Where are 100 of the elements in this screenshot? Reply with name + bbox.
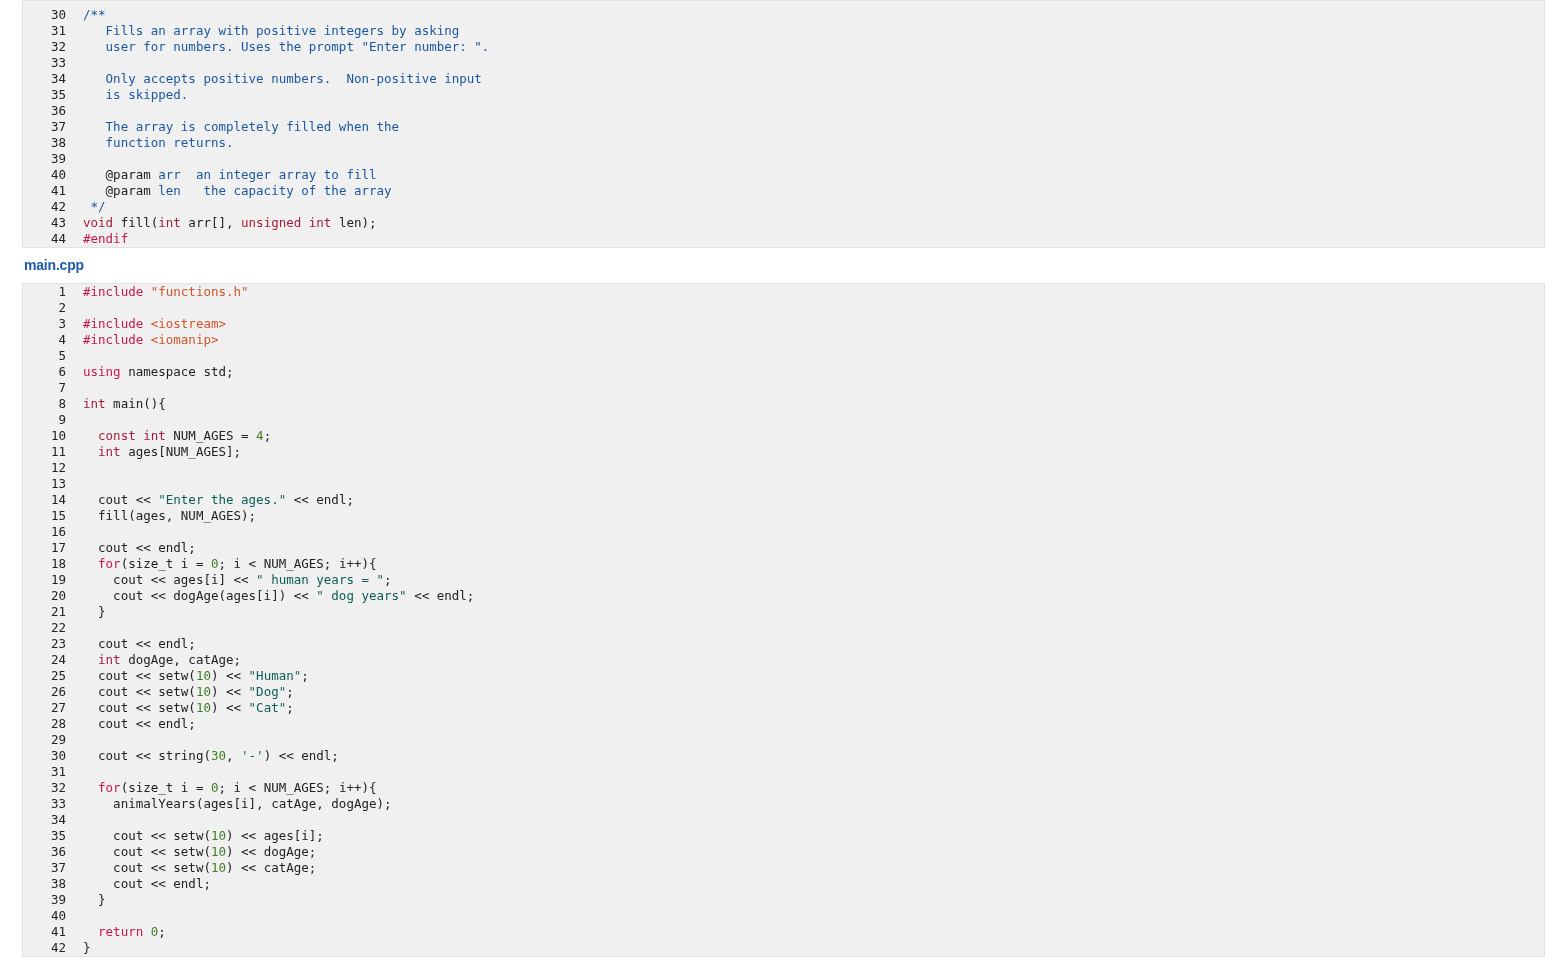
code-line: */	[89, 199, 106, 215]
line-number: 9	[57, 412, 66, 428]
line-number: 42	[49, 940, 66, 956]
code-line: #endif	[83, 231, 129, 247]
code-line: function returns.	[104, 135, 234, 151]
line-number: 39	[49, 892, 66, 908]
line-number: 43	[49, 215, 66, 231]
line-number: 38	[49, 135, 66, 151]
code-line: #include <iomanip>	[83, 332, 219, 348]
code-line: void fill(int arr[], unsigned int len);	[83, 215, 377, 231]
line-number: 24	[49, 652, 66, 668]
code-line: cout << setw(10) << ages[i];	[112, 828, 324, 844]
line-number: 41	[49, 924, 66, 940]
line-number: 1	[57, 284, 66, 300]
code-line: for(size_t i = 0; i < NUM_AGES; i++){	[97, 556, 377, 572]
line-number: 23	[49, 636, 66, 652]
code-line: int ages[NUM_AGES];	[97, 444, 242, 460]
line-number: 40	[49, 167, 66, 183]
line-number: 40	[49, 908, 66, 924]
code-line: }	[83, 940, 91, 956]
line-number: 33	[49, 796, 66, 812]
code-line: }	[97, 892, 106, 908]
line-number: 30	[49, 748, 66, 764]
code-line: const int NUM_AGES = 4;	[97, 428, 272, 444]
code-line: cout << dogAge(ages[i]) << " dog years" << endl;	[112, 588, 475, 604]
line-number: 41	[49, 183, 66, 199]
code-line: cout << endl;	[97, 716, 196, 732]
line-number: 37	[49, 119, 66, 135]
line-number: 16	[49, 524, 66, 540]
line-number: 12	[49, 460, 66, 476]
code-line: user for numbers. Uses the prompt "Enter number: ".	[104, 39, 490, 55]
line-number: 30	[49, 7, 66, 23]
code-line: }	[97, 604, 106, 620]
line-number: 17	[49, 540, 66, 556]
line-number: 44	[49, 231, 66, 247]
line-number: 6	[57, 364, 66, 380]
code-line: cout << setw(10) << "Human";	[97, 668, 309, 684]
line-number: 42	[49, 199, 66, 215]
line-number: 31	[49, 23, 66, 39]
code-line: @param len the capacity of the array	[104, 183, 392, 199]
code-line: /**	[83, 7, 106, 23]
code-line: cout << setw(10) << "Cat";	[97, 700, 294, 716]
code-line: int dogAge, catAge;	[97, 652, 242, 668]
line-number: 35	[49, 828, 66, 844]
line-number: 18	[49, 556, 66, 572]
line-number: 15	[49, 508, 66, 524]
code-line: Only accepts positive numbers. Non-positive input	[104, 71, 482, 87]
line-number: 7	[57, 380, 66, 396]
line-number: 19	[49, 572, 66, 588]
code-line: fill(ages, NUM_AGES);	[97, 508, 257, 524]
line-number: 38	[49, 876, 66, 892]
line-number: 36	[49, 103, 66, 119]
code-line: cout << string(30, '-') << endl;	[97, 748, 339, 764]
line-number: 28	[49, 716, 66, 732]
line-number: 8	[57, 396, 66, 412]
code-line: @param arr an integer array to fill	[104, 167, 377, 183]
line-number: 39	[49, 151, 66, 167]
line-number: 32	[49, 39, 66, 55]
code-line: using namespace std;	[83, 364, 234, 380]
line-number: 10	[49, 428, 66, 444]
code-line: for(size_t i = 0; i < NUM_AGES; i++){	[97, 780, 377, 796]
line-number: 5	[57, 348, 66, 364]
line-number: 37	[49, 860, 66, 876]
line-number: 4	[57, 332, 66, 348]
line-number: 26	[49, 684, 66, 700]
code-line: cout << ages[i] << " human years = ";	[112, 572, 392, 588]
line-number: 33	[49, 55, 66, 71]
line-number: 32	[49, 780, 66, 796]
line-number: 11	[49, 444, 66, 460]
line-number: 3	[57, 316, 66, 332]
line-number: 36	[49, 844, 66, 860]
line-number: 22	[49, 620, 66, 636]
line-number: 31	[49, 764, 66, 780]
line-number: 25	[49, 668, 66, 684]
line-number: 34	[49, 812, 66, 828]
code-line: int main(){	[83, 396, 166, 412]
line-number: 21	[49, 604, 66, 620]
line-number: 35	[49, 87, 66, 103]
code-line: is skipped.	[104, 87, 189, 103]
code-line: cout << setw(10) << "Dog";	[97, 684, 294, 700]
line-number: 34	[49, 71, 66, 87]
code-line: return 0;	[97, 924, 166, 940]
code-line: #include "functions.h"	[83, 284, 249, 300]
line-number: 20	[49, 588, 66, 604]
code-line: cout << endl;	[97, 636, 196, 652]
code-line: #include <iostream>	[83, 316, 226, 332]
code-line: The array is completely filled when the	[104, 119, 400, 135]
code-line: cout << "Enter the ages." << endl;	[97, 492, 354, 508]
line-number: 2	[57, 300, 66, 316]
line-number: 29	[49, 732, 66, 748]
line-number: 27	[49, 700, 66, 716]
code-line: cout << setw(10) << catAge;	[112, 860, 317, 876]
code-line: animalYears(ages[i], catAge, dogAge);	[112, 796, 392, 812]
line-number: 14	[49, 492, 66, 508]
line-number: 13	[49, 476, 66, 492]
code-line: cout << setw(10) << dogAge;	[112, 844, 317, 860]
code-line: cout << endl;	[112, 876, 211, 892]
code-line: cout << endl;	[97, 540, 196, 556]
file-name: main.cpp	[23, 256, 85, 275]
code-line: Fills an array with positive integers by asking	[104, 23, 460, 39]
